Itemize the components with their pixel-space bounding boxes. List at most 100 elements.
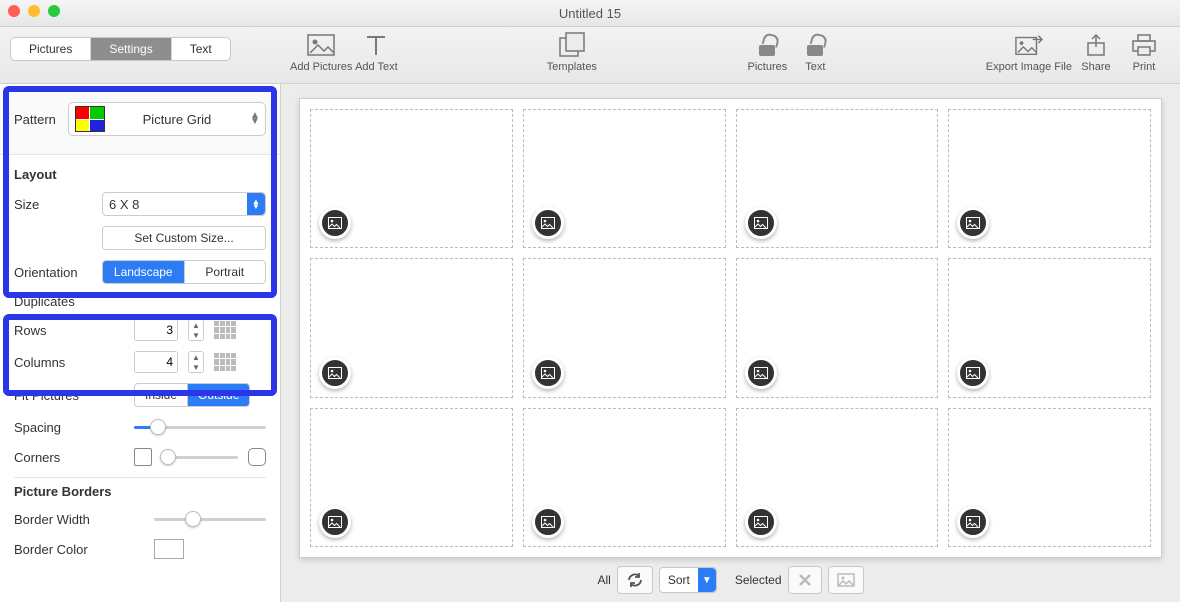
rows-input[interactable] xyxy=(134,319,178,341)
window-title: Untitled 15 xyxy=(559,6,621,21)
add-picture-icon[interactable] xyxy=(532,207,564,239)
fit-segment: Inside Outside xyxy=(134,383,250,407)
picture-cell[interactable] xyxy=(948,258,1151,397)
add-picture-icon[interactable] xyxy=(745,357,777,389)
minimize-window-button[interactable] xyxy=(28,5,40,17)
chevron-down-icon: ▼ xyxy=(698,568,716,592)
pattern-swatch-icon xyxy=(75,106,105,132)
delete-selected-button[interactable] xyxy=(788,566,822,594)
pattern-label: Pattern xyxy=(14,112,56,127)
chevron-updown-icon: ▲▼ xyxy=(247,193,265,215)
add-picture-icon[interactable] xyxy=(745,506,777,538)
share-button[interactable]: Share xyxy=(1072,31,1120,73)
settings-sidebar: Pattern Picture Grid ▲▼ Layout Size xyxy=(0,84,281,602)
picture-cell[interactable] xyxy=(948,109,1151,248)
size-select[interactable]: 6 X 8 ▲▼ xyxy=(102,192,266,216)
export-image-button[interactable]: Export Image File xyxy=(986,31,1072,73)
picture-cell[interactable] xyxy=(523,109,726,248)
rows-stepper[interactable]: ▲▼ xyxy=(188,319,204,341)
border-color-swatch[interactable] xyxy=(154,539,184,559)
spacing-slider[interactable] xyxy=(134,417,266,437)
zoom-window-button[interactable] xyxy=(48,5,60,17)
columns-label: Columns xyxy=(14,355,124,370)
duplicates-label: Duplicates xyxy=(14,294,92,309)
picture-cell[interactable] xyxy=(523,408,726,547)
print-icon xyxy=(1130,31,1158,59)
page-preview xyxy=(299,98,1162,558)
add-picture-icon[interactable] xyxy=(319,506,351,538)
rows-label: Rows xyxy=(14,323,124,338)
tab-settings[interactable]: Settings xyxy=(90,38,170,60)
toolbar: Pictures Settings Text Add Pictures Add … xyxy=(0,27,1180,84)
picture-cell[interactable] xyxy=(736,109,939,248)
corner-round-icon xyxy=(248,448,266,466)
refresh-button[interactable] xyxy=(617,566,653,594)
pattern-row: Pattern Picture Grid ▲▼ xyxy=(0,84,280,155)
custom-size-button[interactable]: Set Custom Size... xyxy=(102,226,266,250)
close-icon xyxy=(797,572,813,588)
corners-slider[interactable] xyxy=(162,447,238,467)
close-window-button[interactable] xyxy=(8,5,20,17)
fit-inside[interactable]: Inside xyxy=(135,384,187,406)
bottom-bar: All Sort ▼ Selected xyxy=(299,558,1162,602)
add-picture-icon[interactable] xyxy=(745,207,777,239)
window-controls xyxy=(8,5,60,17)
add-picture-icon[interactable] xyxy=(957,506,989,538)
canvas-area: All Sort ▼ Selected xyxy=(281,84,1180,602)
add-picture-icon[interactable] xyxy=(532,357,564,389)
picture-grid xyxy=(310,109,1151,547)
add-picture-icon[interactable] xyxy=(957,357,989,389)
corners-label: Corners xyxy=(14,450,124,465)
app-window: Untitled 15 Pictures Settings Text Add P… xyxy=(0,0,1180,602)
add-picture-icon[interactable] xyxy=(319,207,351,239)
fit-label: Fit Pictures xyxy=(14,388,124,403)
selected-picture-button[interactable] xyxy=(828,566,864,594)
orientation-landscape[interactable]: Landscape xyxy=(103,261,184,283)
picture-cell[interactable] xyxy=(736,258,939,397)
pictures-lock-button[interactable]: Pictures xyxy=(743,31,791,73)
orientation-portrait[interactable]: Portrait xyxy=(184,261,266,283)
picture-cell[interactable] xyxy=(310,109,513,248)
title-bar: Untitled 15 xyxy=(0,0,1180,27)
picture-icon xyxy=(837,573,855,587)
fit-outside[interactable]: Outside xyxy=(187,384,249,406)
picture-cell[interactable] xyxy=(310,408,513,547)
border-color-label: Border Color xyxy=(14,542,144,557)
sort-dropdown[interactable]: Sort ▼ xyxy=(659,567,717,593)
print-button[interactable]: Print xyxy=(1120,31,1168,73)
picture-cell[interactable] xyxy=(523,258,726,397)
tab-pictures[interactable]: Pictures xyxy=(11,38,90,60)
columns-stepper[interactable]: ▲▼ xyxy=(188,351,204,373)
add-picture-icon[interactable] xyxy=(957,207,989,239)
borders-heading: Picture Borders xyxy=(14,484,266,499)
refresh-icon xyxy=(626,571,644,589)
picture-add-icon xyxy=(307,31,335,59)
add-picture-icon[interactable] xyxy=(319,357,351,389)
unlock-icon xyxy=(753,31,781,59)
columns-input[interactable] xyxy=(134,351,178,373)
chevron-updown-icon: ▲▼ xyxy=(249,113,261,125)
orientation-segment: Landscape Portrait xyxy=(102,260,266,284)
pattern-select[interactable]: Picture Grid ▲▼ xyxy=(68,102,266,136)
spacing-label: Spacing xyxy=(14,420,124,435)
add-pictures-button[interactable]: Add Pictures xyxy=(290,31,352,73)
add-text-button[interactable]: Add Text xyxy=(352,31,400,73)
add-picture-icon[interactable] xyxy=(532,506,564,538)
picture-cell[interactable] xyxy=(948,408,1151,547)
corner-square-icon xyxy=(134,448,152,466)
text-icon xyxy=(362,31,390,59)
orientation-label: Orientation xyxy=(14,265,92,280)
rows-grid-icon[interactable] xyxy=(214,321,236,339)
picture-cell[interactable] xyxy=(736,408,939,547)
share-icon xyxy=(1082,31,1110,59)
templates-icon xyxy=(558,31,586,59)
layout-heading: Layout xyxy=(14,167,266,182)
unlock-icon xyxy=(801,31,829,59)
selected-label: Selected xyxy=(735,573,782,587)
text-lock-button[interactable]: Text xyxy=(791,31,839,73)
columns-grid-icon[interactable] xyxy=(214,353,236,371)
tab-text[interactable]: Text xyxy=(171,38,230,60)
border-width-slider[interactable] xyxy=(154,509,266,529)
picture-cell[interactable] xyxy=(310,258,513,397)
templates-button[interactable]: Templates xyxy=(547,31,597,73)
